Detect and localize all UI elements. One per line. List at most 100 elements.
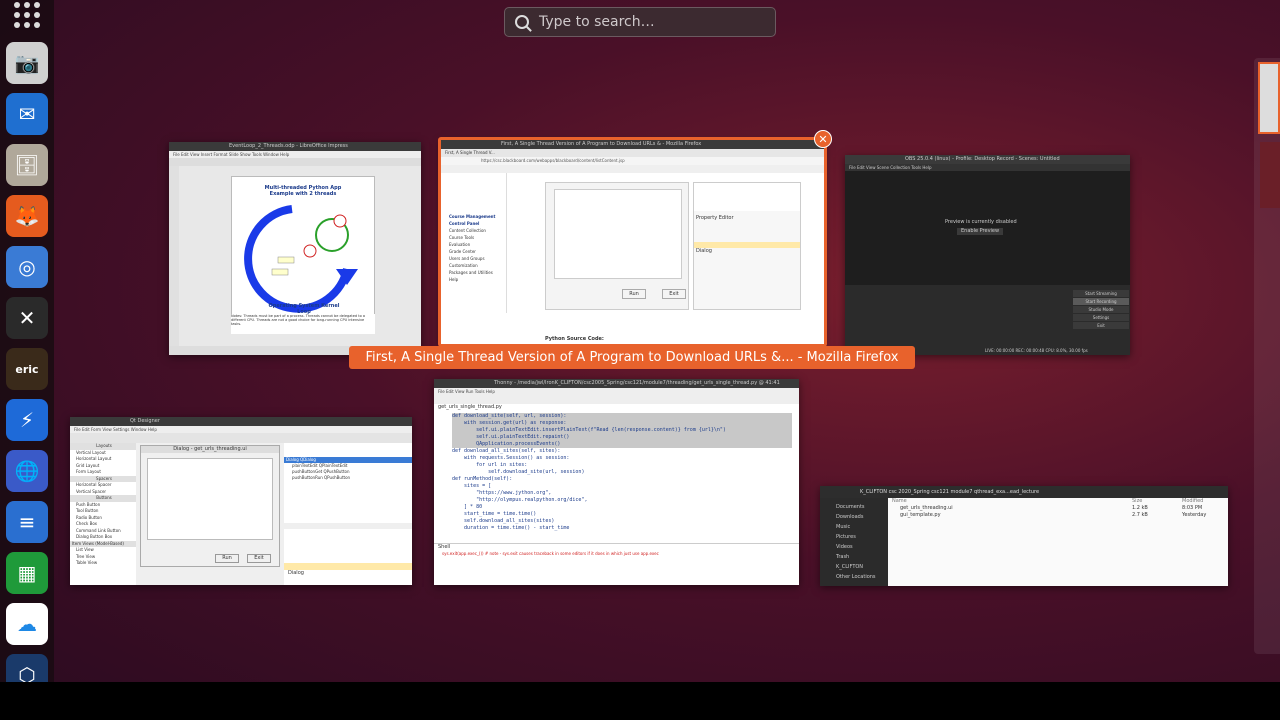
menu-bar: File Edit View Run Tools Help (434, 388, 799, 395)
event-loop-diagram (244, 205, 358, 313)
window-title: Qt Designer (70, 417, 412, 426)
writer-icon[interactable]: ≡ (6, 501, 48, 543)
window-title: OBS 25.0.4 (linux) - Profile: Desktop Re… (845, 155, 1130, 164)
places-item[interactable]: Other Locations (820, 572, 888, 582)
file-list-header: Name Size Modified (892, 498, 1204, 504)
run-button-preview: Run (215, 554, 239, 563)
toolbar (70, 433, 412, 443)
files-icon[interactable]: 🗄 (6, 144, 48, 186)
places-item[interactable]: Documents (820, 502, 888, 512)
code-line: QApplication.processEvents() (452, 441, 792, 448)
places-item[interactable]: Downloads (820, 512, 888, 522)
code-line: self.download_site(url, session) (452, 469, 585, 475)
search-icon (515, 15, 529, 29)
exit-button-preview: Exit (247, 554, 271, 563)
close-window-icon[interactable]: ✕ (814, 130, 832, 148)
code-line: ] * 80 (452, 504, 483, 510)
toolbar (169, 158, 421, 166)
menu-bar: File Edit Form View Settings Window Help (70, 426, 412, 433)
code-line: with requests.Session() as session: (452, 455, 570, 461)
drawing-toolbar (169, 166, 179, 346)
widget-box-item[interactable]: Table View (70, 560, 136, 567)
editor-tab[interactable]: get_urls_single_thread.py (438, 404, 502, 411)
places-item[interactable]: K_CLIFTON (820, 562, 888, 572)
obs-controls: Start Streaming Start Recording Studio Mod… (1073, 289, 1129, 349)
code-line: "https://www.jython.org", (452, 490, 552, 496)
firefox-icon[interactable]: 🦊 (6, 195, 48, 237)
search-placeholder: Type to search… (539, 14, 655, 30)
object-row[interactable]: pushButtonRun QPushButton (284, 475, 412, 481)
places-item[interactable]: Videos (820, 542, 888, 552)
code-line: start_time = time.time() (452, 511, 537, 517)
window-thumbnail-obs[interactable]: OBS 25.0.4 (linux) - Profile: Desktop Re… (845, 155, 1130, 355)
thunderbird-icon[interactable]: ✉ (6, 93, 48, 135)
code-line: self.ui.plainTextEdit.repaint() (452, 434, 792, 441)
places-item[interactable]: Pictures (820, 532, 888, 542)
cloud-icon[interactable]: ☁ (6, 603, 48, 645)
window-thumbnail-files[interactable]: K_CLIFTON csc 2020_Spring csc121 module7… (820, 486, 1228, 586)
slide-notes: Notes: Threads must be part of a process… (231, 314, 375, 334)
obs-control-button[interactable]: Studio Mode (1073, 306, 1129, 313)
globe-icon[interactable]: 🌐 (6, 450, 48, 492)
obs-control-button[interactable]: Start Recording (1073, 298, 1129, 305)
menu-bar: File Edit View Insert Format Slide Show … (169, 151, 421, 158)
code-line: def runMethod(self): (452, 476, 513, 482)
code-editor[interactable]: def download_site(self, url, session): w… (452, 413, 792, 543)
path-breadcrumb[interactable]: K_CLIFTON csc 2020_Spring csc121 module7… (820, 486, 1228, 498)
chromium-icon[interactable]: ◎ (6, 246, 48, 288)
shell-traceback: sys.exit(app.exec_()) # note - sys.exit … (442, 551, 659, 556)
code-line: sites = [ (452, 483, 492, 489)
code-line: self.download_all_sites(sites) (452, 518, 555, 524)
selected-window-frame (438, 137, 827, 347)
workspace-thumbnail-1[interactable] (1258, 62, 1280, 134)
code-line: def download_site(self, url, session): (452, 413, 792, 420)
menu-bar: File Edit View Scene Collection Tools He… (845, 164, 1130, 171)
enable-preview-button[interactable]: Enable Preview (957, 228, 1004, 235)
shell-label: Shell (438, 544, 451, 550)
widget-box: Layouts Vertical Layout Horizontal Layout G… (70, 443, 136, 585)
bottom-bar (0, 682, 1280, 720)
places-item[interactable]: Music (820, 522, 888, 532)
selected-window-caption: First, A Single Thread Version of A Prog… (349, 346, 915, 369)
obs-control-button[interactable]: Settings (1073, 314, 1129, 321)
property-editor: Dialog (284, 529, 412, 585)
camera-icon[interactable]: 📷 (6, 42, 48, 84)
object-name-value: Dialog (288, 570, 304, 576)
code-line: "http://olympus.realpython.org/dice", (452, 497, 588, 503)
file-list: Name Size Modified get_urls_threading.ui 1.2… (888, 498, 1228, 586)
window-thumbnail-impress[interactable]: EventLoop_2_Threads.odp - LibreOffice Im… (169, 142, 421, 355)
obs-control-button[interactable]: Start Streaming (1073, 290, 1129, 297)
calc-icon[interactable]: ▦ (6, 552, 48, 594)
slide-title: Multi-threaded Python App Example with 2… (264, 185, 342, 197)
file-row[interactable]: get_urls_threading.ui 1.2 kB 8:03 PM (888, 505, 1228, 512)
preview-disabled-text: Preview is currently disabled (945, 219, 1017, 225)
dock: 📷 ✉ 🗄 🦊 ◎ ✕ eric ⚡ 🌐 ≡ ▦ ☁ ⬡ (0, 0, 54, 696)
window-title: Thonny - /media/jwl/IronK_CLIFTON/csc200… (434, 379, 799, 388)
shell-panel[interactable]: Shell sys.exit(app.exec_()) # note - sys… (434, 543, 799, 585)
file-row[interactable]: gui_template.py 2.7 kB Yesterday (888, 512, 1228, 519)
form-title: Dialog - get_urls_threading.ui (141, 446, 279, 453)
code-line: with session.get(url) as response: (452, 420, 792, 427)
obs-control-button[interactable]: Exit (1073, 322, 1129, 329)
code-line: for url in sites: (452, 462, 528, 468)
places-sidebar: Documents Downloads Music Pictures Videos Tra… (820, 498, 888, 586)
search-bar[interactable]: Type to search… (504, 7, 776, 37)
toolbar (434, 395, 799, 404)
code-line: self.ui.plainTextEdit.insertPlainText(f"… (452, 427, 792, 434)
messenger-icon[interactable]: ⚡ (6, 399, 48, 441)
workspace-thumbnail-2[interactable] (1260, 142, 1280, 208)
obs-status-bar: LIVE: 00:00:00 REC: 00:00:48 CPU: 8.0%, … (985, 348, 1088, 353)
slide: Multi-threaded Python App Example with 2… (231, 176, 375, 334)
show-applications-icon[interactable] (14, 2, 40, 28)
places-item[interactable]: Trash (820, 552, 888, 562)
preview-area: Preview is currently disabled Enable Pre… (845, 171, 1130, 285)
window-title: EventLoop_2_Threads.odp - LibreOffice Im… (169, 142, 421, 151)
form-window: Dialog - get_urls_threading.ui Run Exit (140, 445, 280, 567)
eric-icon[interactable]: eric (6, 348, 48, 390)
object-inspector: Dialog QDialog plainTextEdit QPlainTextEd… (284, 443, 412, 523)
code-line: def download_all_sites(self, sites): (452, 448, 561, 454)
code-line: duration = time.time() - start_time (452, 525, 570, 531)
window-thumbnail-thonny[interactable]: Thonny - /media/jwl/IronK_CLIFTON/csc200… (434, 379, 799, 585)
xmind-icon[interactable]: ✕ (6, 297, 48, 339)
window-thumbnail-qt-designer[interactable]: Qt Designer File Edit Form View Settings… (70, 417, 412, 585)
